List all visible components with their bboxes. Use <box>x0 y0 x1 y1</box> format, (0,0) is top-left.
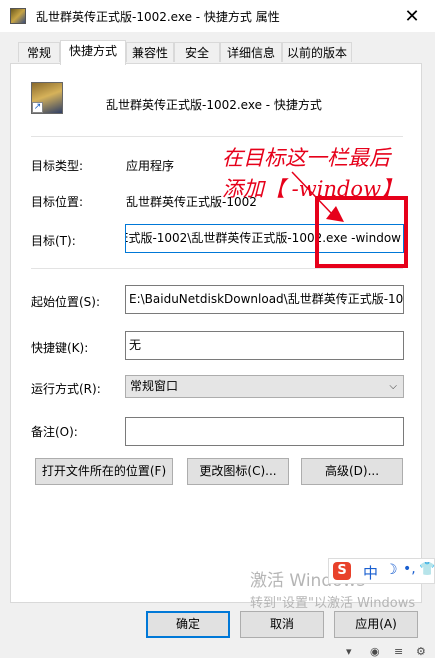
taskbar-icon: ▾ <box>346 645 352 658</box>
tab-shortcut[interactable]: 快捷方式 <box>60 40 126 65</box>
moon-icon[interactable]: ☽ <box>385 562 398 578</box>
ime-toolbar[interactable]: S 中 ☽ •, 👕 <box>328 558 435 584</box>
punctuation-icon[interactable]: •, <box>403 561 416 577</box>
properties-window: 乱世群英传正式版-1002.exe - 快捷方式 属性 ✕ 常规 快捷方式 兼容… <box>0 0 435 658</box>
taskbar-icon: ◉ <box>370 645 380 658</box>
taskbar-icon: ≡ <box>394 645 404 658</box>
taskbar-strip: ▾ ◉ ≡ ⚙ <box>0 645 435 658</box>
skin-icon[interactable]: 👕 <box>419 562 435 577</box>
activation-watermark-subtitle: 转到"设置"以激活 Windows <box>250 596 416 611</box>
taskbar-icon: ⚙ <box>416 645 426 658</box>
ime-language-toggle[interactable]: 中 <box>363 562 378 583</box>
sogou-logo-icon[interactable]: S <box>333 562 351 580</box>
